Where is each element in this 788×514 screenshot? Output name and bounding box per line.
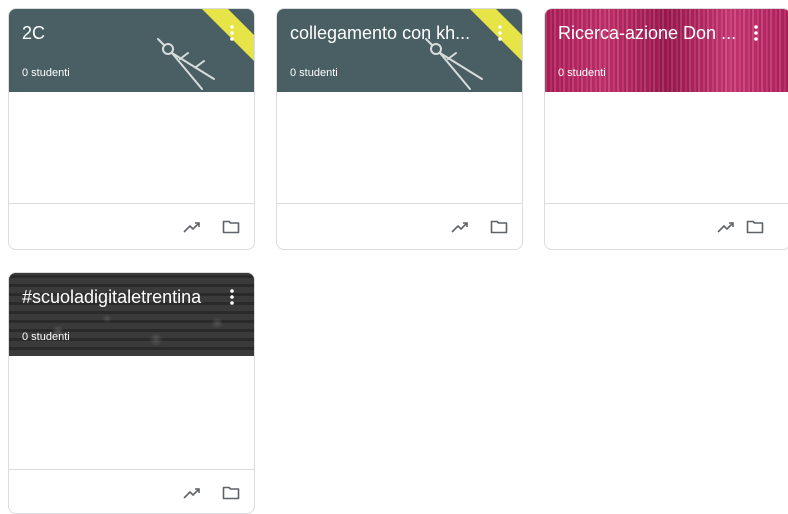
more-vert-icon[interactable] — [490, 23, 510, 43]
more-vert-icon[interactable] — [222, 23, 242, 43]
class-card-header[interactable]: collegamento con kh... 0 studenti — [277, 9, 522, 92]
more-vert-icon[interactable] — [222, 287, 242, 307]
student-count: 0 studenti — [290, 67, 338, 79]
compass-illustration-icon — [157, 9, 254, 90]
trending-up-icon[interactable] — [450, 217, 470, 237]
folder-icon[interactable] — [221, 483, 241, 503]
class-card-header[interactable]: Ricerca-azione Don ... 0 studenti — [545, 9, 788, 92]
class-name-link[interactable]: collegamento con kh... — [290, 23, 485, 44]
class-card-footer — [9, 203, 254, 249]
class-card[interactable]: collegamento con kh... 0 studenti — [276, 8, 523, 250]
class-name-link[interactable]: Ricerca-azione Don ... — [558, 23, 753, 44]
class-card-footer — [9, 469, 254, 513]
class-name-link[interactable]: #scuoladigitaletrentina — [22, 287, 217, 308]
class-card[interactable]: 2C 0 studenti — [8, 8, 255, 250]
class-card-footer — [545, 203, 788, 249]
trending-up-icon[interactable] — [716, 217, 736, 237]
class-card[interactable]: Ricerca-azione Don ... 0 studenti — [544, 8, 788, 250]
class-card-header[interactable]: 2C 0 studenti — [9, 9, 254, 92]
compass-illustration-icon — [425, 9, 522, 90]
student-count: 0 studenti — [22, 67, 70, 79]
class-card-header[interactable]: #scuoladigitaletrentina 0 studenti — [9, 273, 254, 356]
folder-icon[interactable] — [489, 217, 509, 237]
folder-icon[interactable] — [745, 217, 765, 237]
class-card-footer — [277, 203, 522, 249]
class-name-link[interactable]: 2C — [22, 23, 217, 44]
student-count: 0 studenti — [22, 331, 70, 343]
more-vert-icon[interactable] — [746, 23, 766, 43]
class-card[interactable]: #scuoladigitaletrentina 0 studenti — [8, 272, 255, 514]
student-count: 0 studenti — [558, 67, 606, 79]
trending-up-icon[interactable] — [182, 483, 202, 503]
trending-up-icon[interactable] — [182, 217, 202, 237]
folder-icon[interactable] — [221, 217, 241, 237]
